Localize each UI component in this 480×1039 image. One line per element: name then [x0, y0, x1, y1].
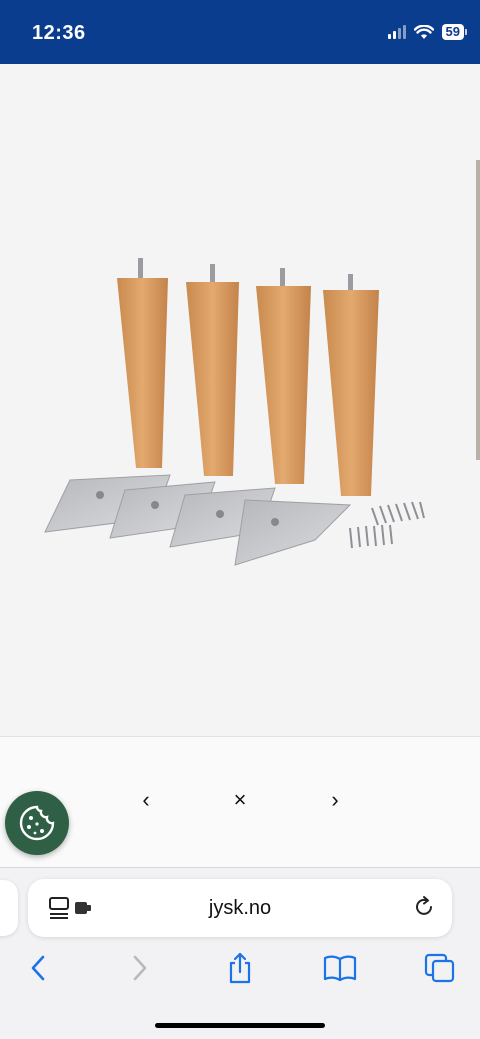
home-indicator [155, 1023, 325, 1028]
cookie-icon [19, 805, 55, 841]
bookmarks-button[interactable] [322, 952, 358, 984]
gallery-next-button[interactable]: › [320, 787, 350, 813]
wifi-icon [413, 24, 434, 39]
gallery-prev-button[interactable]: ‹ [131, 787, 161, 813]
scroll-indicator [476, 160, 480, 460]
url-text: jysk.no [208, 897, 272, 919]
back-button[interactable] [20, 952, 56, 984]
tabs-icon [424, 953, 455, 983]
tabs-button[interactable] [422, 952, 458, 984]
forward-button[interactable] [122, 952, 158, 984]
status-indicators: 59 [387, 24, 468, 40]
cookie-settings-button[interactable] [5, 791, 69, 855]
gallery-close-button[interactable]: × [225, 787, 255, 813]
cellular-signal-icon [387, 25, 406, 39]
gallery-controls: ‹ × › [0, 737, 480, 867]
address-bar[interactable]: jysk.no [28, 879, 452, 937]
reload-icon[interactable] [412, 895, 436, 924]
browser-bar: jysk.no [0, 867, 480, 1039]
share-icon [229, 952, 251, 984]
previous-tab-preview[interactable] [0, 880, 18, 936]
share-button[interactable] [222, 952, 258, 984]
product-photo [44, 258, 425, 566]
book-icon [323, 955, 357, 982]
battery-indicator: 59 [441, 24, 468, 40]
chevron-right-icon [133, 955, 147, 981]
status-bar: 12:36 59 [0, 0, 480, 64]
status-time: 12:36 [32, 22, 86, 44]
chevron-left-icon [31, 955, 45, 981]
